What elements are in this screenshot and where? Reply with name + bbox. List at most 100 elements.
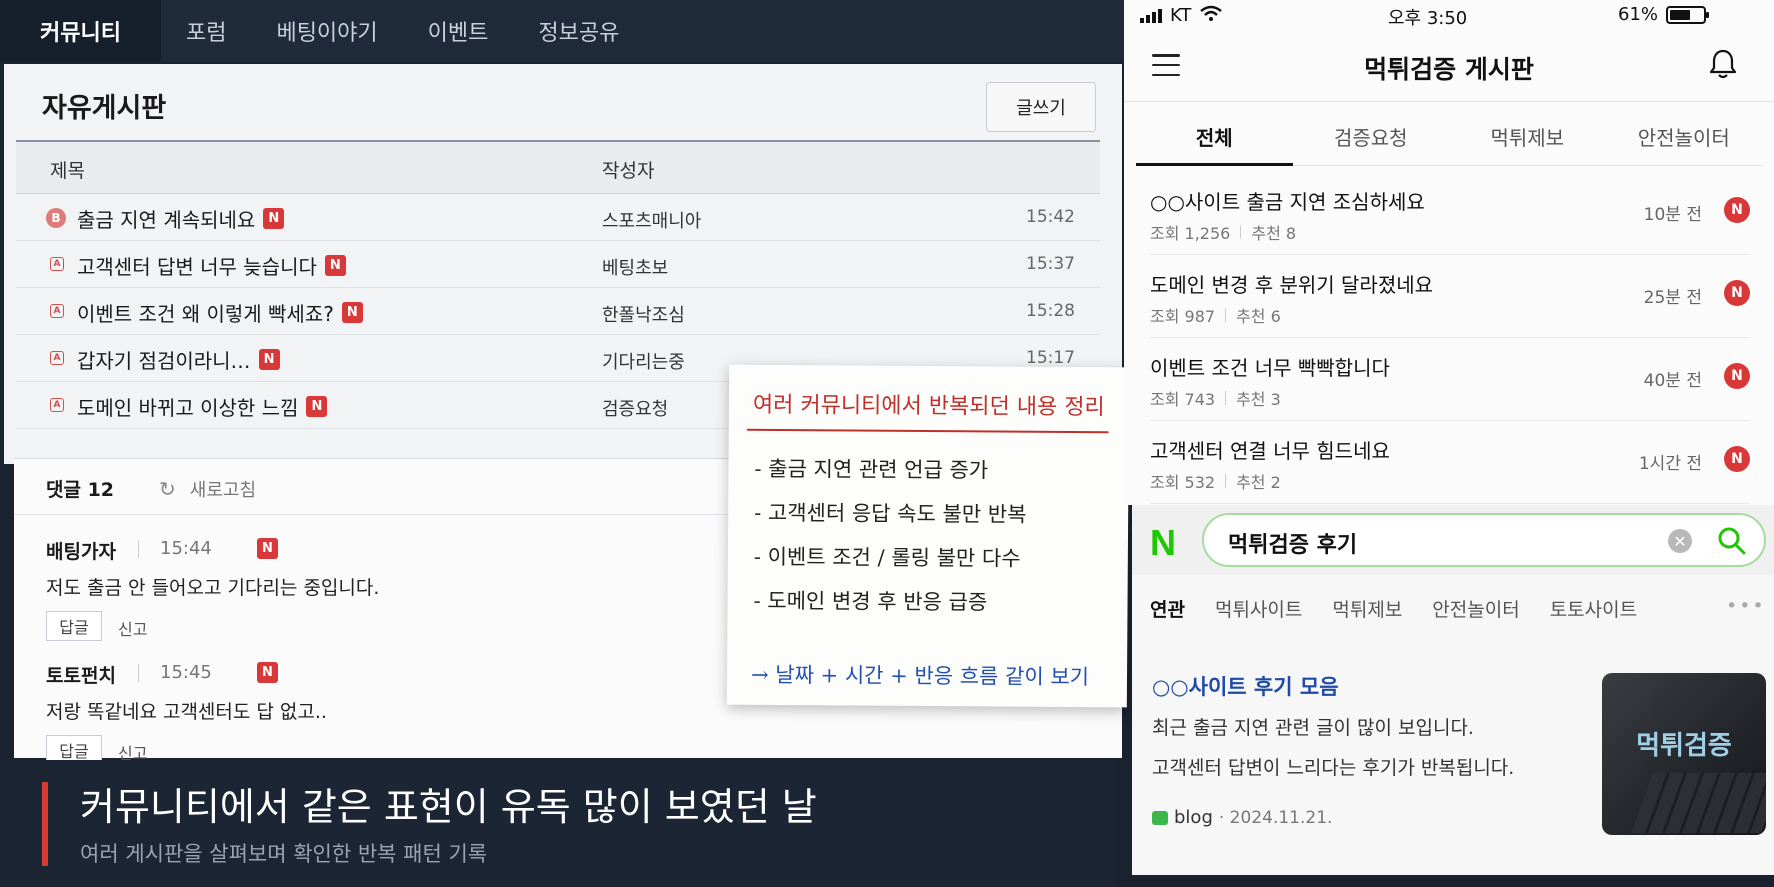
battery-percent: 61% <box>1618 4 1659 25</box>
status-time: 오후 3:50 <box>1388 8 1468 29</box>
best-badge: B <box>46 208 66 228</box>
signal-icon <box>1140 8 1162 23</box>
tab-all[interactable]: 전체 <box>1136 104 1293 166</box>
post-likes: 추천 6 <box>1236 307 1281 326</box>
table-row[interactable]: B 출금 지연 계속되네요 N 스포츠매니아 15:42 <box>16 194 1100 241</box>
post-title-text: 고객센터 답변 너무 늦습니다 <box>77 255 317 279</box>
tab-safe-playground[interactable]: 안전놀이터 <box>1432 595 1519 622</box>
a-badge: A <box>50 351 64 365</box>
table-row[interactable]: A 이벤트 조건 왜 이렇게 빡세죠? N 한폴낙조심 15:28 <box>16 288 1100 335</box>
list-item[interactable]: ○○사이트 출금 지연 조심하세요 조회 1,256 추천 8 10분 전 N <box>1150 172 1750 255</box>
status-bar: KT 오후 3:50 61% <box>1124 0 1774 30</box>
result-title-link[interactable]: ○○사이트 후기 모음 <box>1152 671 1339 701</box>
search-result-panel: N 먹튀검증 후기 ✕ 연관 먹튀사이트 먹튀제보 안전놀이터 토토사이트 ••… <box>1132 505 1774 875</box>
post-author[interactable]: 기다리는중 <box>602 348 685 374</box>
tab-toto-site[interactable]: 토토사이트 <box>1550 595 1637 622</box>
post-title-text: 갑자기 점검이라니… <box>77 349 251 373</box>
reply-button[interactable]: 답글 <box>46 611 102 641</box>
post-time: 40분 전 <box>1643 371 1702 391</box>
post-likes: 추천 2 <box>1236 473 1281 492</box>
new-badge: N <box>1724 280 1750 306</box>
post-title[interactable]: 이벤트 조건 왜 이렇게 빡세죠? N <box>77 298 363 327</box>
list-item[interactable]: 이벤트 조건 너무 빡빡합니다 조회 743 추천 3 40분 전 N <box>1150 338 1750 421</box>
column-header-author: 작성자 <box>602 160 655 182</box>
naver-logo[interactable]: N <box>1150 525 1176 561</box>
tab-verify-request[interactable]: 검증요청 <box>1293 104 1450 165</box>
result-thumbnail[interactable]: 먹튀검증 <box>1602 673 1766 835</box>
source-name[interactable]: blog <box>1174 807 1213 828</box>
post-views: 조회 532 <box>1150 473 1216 492</box>
refresh-button[interactable]: ↻ 새로고침 <box>159 476 256 502</box>
post-title[interactable]: 갑자기 점검이라니… N <box>77 345 280 374</box>
tab-muktu-report[interactable]: 먹튀제보 <box>1332 595 1402 622</box>
comment-time: 15:45 <box>160 662 212 683</box>
bell-icon[interactable] <box>1708 48 1738 84</box>
result-source: blog · 2024.11.21. <box>1152 807 1332 828</box>
thumbnail-text: 먹튀검증 <box>1636 731 1732 761</box>
top-nav: 커뮤니티 포럼 베팅이야기 이벤트 정보공유 <box>0 0 1124 62</box>
post-time: 15:42 <box>1026 207 1075 227</box>
post-title[interactable]: 도메인 바뀌고 이상한 느낌 N <box>77 392 328 421</box>
post-author[interactable]: 베팅초보 <box>602 254 668 280</box>
post-title: ○○사이트 출금 지연 조심하세요 <box>1150 190 1425 214</box>
post-views: 조회 743 <box>1150 390 1216 409</box>
post-title-text: 출금 지연 계속되네요 <box>77 208 256 232</box>
refresh-icon: ↻ <box>159 477 176 501</box>
divider <box>1225 391 1227 405</box>
tab-safe-playground[interactable]: 안전놀이터 <box>1606 104 1763 165</box>
report-button[interactable]: 신고 <box>118 616 147 640</box>
tab-related[interactable]: 연관 <box>1150 595 1185 622</box>
caption-title: 커뮤니티에서 같은 표현이 유독 많이 보였던 날 <box>80 785 817 829</box>
post-author[interactable]: 검증요청 <box>602 395 668 421</box>
tab-muktu-site[interactable]: 먹튀사이트 <box>1215 595 1302 622</box>
divider <box>1240 225 1242 239</box>
wifi-icon <box>1199 4 1223 27</box>
nav-item-event[interactable]: 이벤트 <box>403 0 514 62</box>
list-item[interactable]: 고객센터 연결 너무 힘드네요 조회 532 추천 2 1시간 전 N <box>1150 421 1750 504</box>
nav-item-info-share[interactable]: 정보공유 <box>513 0 644 62</box>
comment-text: 저도 출금 안 들어오고 기다리는 중입니다. <box>46 577 380 599</box>
post-time: 10분 전 <box>1643 205 1702 225</box>
post-time: 15:37 <box>1026 254 1075 274</box>
comment-author[interactable]: 배팅가자 <box>46 537 116 564</box>
new-badge: N <box>263 208 285 229</box>
post-title-text: 이벤트 조건 왜 이렇게 빡세죠? <box>77 302 334 326</box>
note-item: - 출금 지연 관련 언급 증가 <box>754 456 989 483</box>
divider <box>1225 308 1227 322</box>
write-button[interactable]: 글쓰기 <box>986 82 1096 132</box>
comment-time: 15:44 <box>160 538 212 559</box>
post-title[interactable]: 출금 지연 계속되네요 N <box>77 204 285 233</box>
nav-item-betting-story[interactable]: 베팅이야기 <box>251 0 402 62</box>
more-icon[interactable]: ••• <box>1726 595 1766 617</box>
battery-level <box>1670 9 1691 20</box>
post-author[interactable]: 한폴낙조심 <box>602 301 685 327</box>
caption-accent-bar <box>42 782 48 866</box>
list-item[interactable]: 도메인 변경 후 분위기 달라졌네요 조회 987 추천 6 25분 전 N <box>1150 255 1750 338</box>
post-author[interactable]: 스포츠매니아 <box>602 207 701 233</box>
post-title: 고객센터 연결 너무 힘드네요 <box>1150 439 1390 463</box>
post-title: 이벤트 조건 너무 빡빡합니다 <box>1150 356 1390 380</box>
search-icon[interactable] <box>1716 525 1748 561</box>
post-time: 15:28 <box>1026 301 1075 321</box>
carrier: KT <box>1170 5 1192 26</box>
new-badge: N <box>1724 363 1750 389</box>
comment-author[interactable]: 토토펀치 <box>46 661 116 688</box>
nav-item-community[interactable]: 커뮤니티 <box>0 0 161 62</box>
table-row[interactable]: A 고객센터 답변 너무 늦습니다 N 베팅초보 15:37 <box>16 241 1100 288</box>
search-input[interactable]: 먹튀검증 후기 ✕ <box>1202 513 1766 567</box>
new-badge: N <box>341 302 363 323</box>
a-badge: A <box>50 304 64 318</box>
clear-icon[interactable]: ✕ <box>1668 529 1692 553</box>
new-badge: N <box>258 349 280 370</box>
a-badge: A <box>50 398 64 412</box>
post-title[interactable]: 고객센터 답변 너무 늦습니다 N <box>77 251 346 280</box>
note-title: 여러 커뮤니티에서 반복되던 내용 정리 <box>752 392 1105 421</box>
nav-item-forum[interactable]: 포럼 <box>161 0 251 62</box>
post-likes: 추천 8 <box>1251 224 1297 243</box>
tab-report[interactable]: 먹튀제보 <box>1449 104 1606 165</box>
new-badge: N <box>1724 197 1750 223</box>
board-title: 자유게시판 <box>42 93 167 124</box>
note-item: - 도메인 변경 후 반응 급증 <box>753 588 988 615</box>
new-badge: N <box>1724 446 1750 472</box>
phone-header: 먹튀검증 게시판 <box>1124 30 1774 102</box>
